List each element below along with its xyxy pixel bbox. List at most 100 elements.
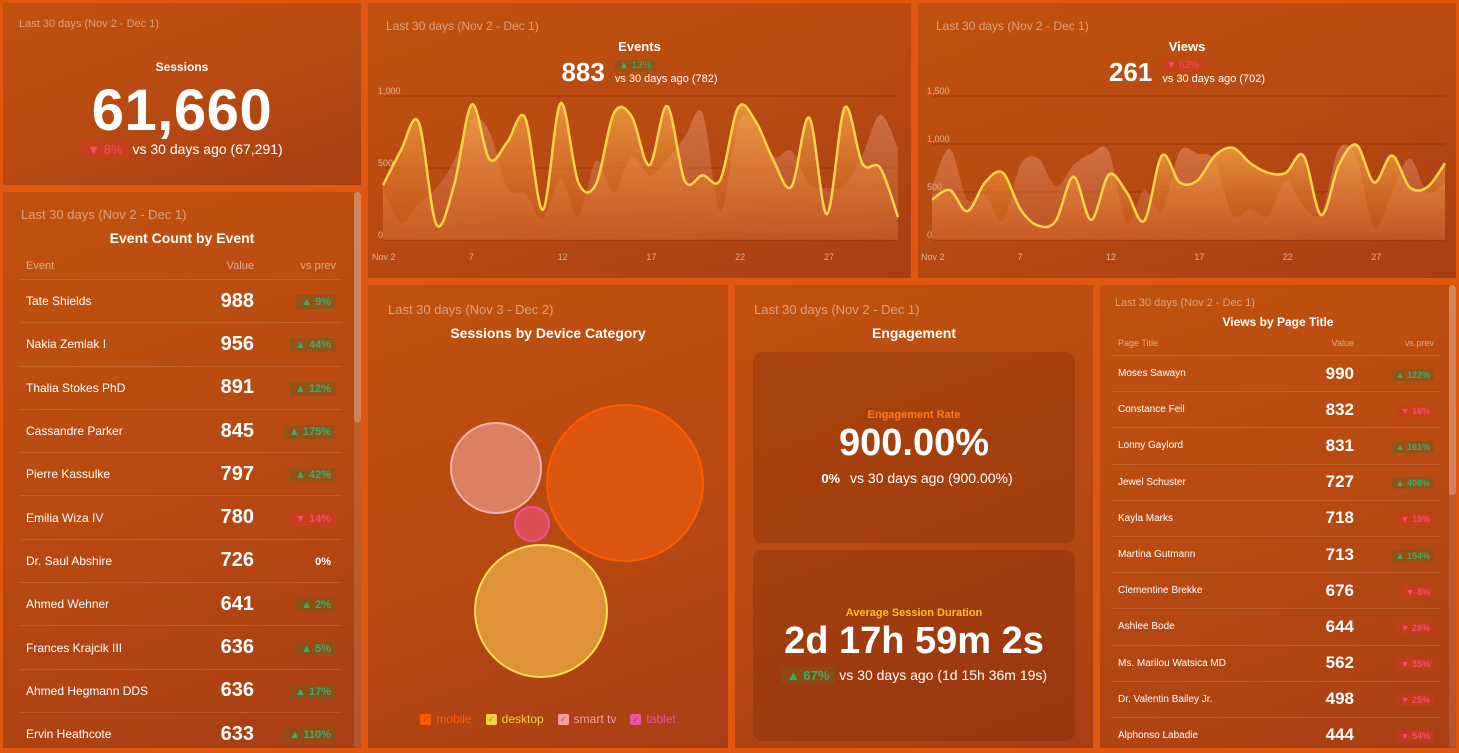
change-badge: ▲ 12% (290, 381, 336, 396)
row-change-cell: ▲ 175% (254, 422, 336, 440)
table-row[interactable]: Cassandre Parker 845 ▲ 175% (20, 410, 342, 454)
table-row[interactable]: Dr. Saul Abshire 726 0% (20, 540, 342, 584)
change-badge: ▲ 175% (283, 425, 336, 440)
row-change-cell: ▲ 5% (254, 639, 336, 657)
scrollbar[interactable] (1449, 285, 1456, 748)
bubble-tablet[interactable] (514, 506, 550, 542)
column-header-vs-prev[interactable]: vs prev (254, 260, 336, 272)
table-row[interactable]: Emilia Wiza IV 780 ▼ 14% (20, 496, 342, 540)
row-name: Thalia Stokes PhD (26, 380, 126, 395)
views-area-chart[interactable]: 05001,0001,500Nov 2712172227 (918, 3, 1456, 278)
row-name: Martina Gutmann (1118, 549, 1196, 561)
column-header-value[interactable]: Value (184, 260, 254, 272)
change-badge: ▲ 2% (296, 598, 336, 613)
row-value: 636 (220, 636, 254, 659)
table-row[interactable]: Frances Krajcik III 636 ▲ 5% (20, 626, 342, 670)
table-row[interactable]: Thalia Stokes PhD 891 ▲ 12% (20, 367, 342, 410)
legend-item-smart-tv[interactable]: ✓ smart tv (557, 712, 616, 726)
views-chart-widget: Last 30 days (Nov 2 - Dec 1) Views 261 ▼… (918, 3, 1456, 278)
column-header-event[interactable]: Event (26, 260, 184, 272)
table-row[interactable]: Tate Shields 988 ▲ 9% (20, 280, 342, 324)
table-row[interactable]: Ahmed Hegmann DDS 636 ▲ 17% (20, 670, 342, 713)
date-range: Last 30 days (Nov 2 - Dec 1) (19, 18, 160, 30)
checkbox-icon[interactable]: ✓ (420, 713, 432, 725)
legend-label: mobile (436, 712, 472, 726)
table-row[interactable]: Lonny Gaylord 831 ▲ 161% (1112, 428, 1440, 465)
table-row[interactable]: Ms. Marilou Watsica MD 562 ▼ 35% (1112, 646, 1440, 682)
row-name: Emilia Wiza IV (26, 510, 104, 525)
column-header-page-title[interactable]: Page Title (1118, 338, 1294, 348)
table-row[interactable]: Kayla Marks 718 ▼ 15% (1112, 501, 1440, 537)
row-change-cell: ▼ 16% (1354, 401, 1434, 419)
table-row[interactable]: Nakia Zemlak I 956 ▲ 44% (20, 323, 342, 367)
scrollbar-thumb[interactable] (354, 192, 361, 422)
column-header-vs-prev[interactable]: vs prev (1354, 338, 1434, 348)
row-name: Ahmed Hegmann DDS (26, 683, 149, 698)
table-row[interactable]: Ervin Heathcote 633 ▲ 110% (20, 713, 342, 748)
change-badge: ▼ 54% (1396, 730, 1434, 743)
row-value: 636 (220, 679, 254, 702)
table-row[interactable]: Clementine Brekke 676 ▼ 8% (1112, 573, 1440, 610)
row-name: Nakia Zemlak I (26, 337, 107, 352)
table-row[interactable]: Alphonso Labadie 444 ▼ 54% (1112, 718, 1440, 748)
row-value: 726 (220, 549, 254, 572)
row-name: Constance Feil (1118, 404, 1185, 416)
bubble-smart-tv[interactable] (450, 422, 542, 514)
bubble-desktop[interactable] (474, 544, 608, 678)
row-name: Kayla Marks (1118, 512, 1174, 524)
x-tick-label: 17 (646, 252, 656, 262)
row-value: 990 (1325, 363, 1354, 383)
checkbox-icon[interactable]: ✓ (485, 713, 497, 725)
avg-session-duration-compare: ▲ 67% vs 30 days ago (1d 15h 36m 19s) (753, 667, 1075, 684)
device-bubble-chart (450, 404, 704, 678)
legend-item-mobile[interactable]: ✓ mobile (420, 712, 472, 726)
table-row[interactable]: Dr. Valentin Bailey Jr. 498 ▼ 25% (1112, 682, 1440, 718)
row-change-cell: ▲ 408% (1354, 473, 1434, 491)
table-row[interactable]: Moses Sawayn 990 ▲ 122% (1112, 356, 1440, 393)
row-change-cell: ▼ 8% (1354, 582, 1434, 600)
compare-text: vs 30 days ago (900.00%) (850, 470, 1013, 486)
row-value: 562 (1325, 653, 1354, 673)
change-badge: ▲ 9% (296, 295, 336, 310)
views-by-page-title-widget: Last 30 days (Nov 2 - Dec 1) Views by Pa… (1100, 285, 1456, 748)
x-tick-label: 22 (1283, 252, 1293, 262)
table-row[interactable]: Pierre Kassulke 797 ▲ 42% (20, 453, 342, 497)
row-name: Dr. Valentin Bailey Jr. (1118, 693, 1213, 705)
date-range: Last 30 days (Nov 2 - Dec 1) (754, 302, 920, 317)
row-name: Tate Shields (26, 294, 92, 309)
compare-text: vs 30 days ago (67,291) (132, 141, 283, 157)
change-badge: ▼ 14% (290, 511, 336, 526)
table-row[interactable]: Martina Gutmann 713 ▲ 154% (1112, 537, 1440, 574)
events-area-chart[interactable]: 0 500 1,000 Nov 2 7 12 17 22 27 (368, 3, 911, 278)
x-tick-label: 27 (824, 252, 834, 262)
legend-item-desktop[interactable]: ✓ desktop (485, 712, 544, 726)
scrollbar[interactable] (354, 192, 361, 748)
table-row[interactable]: Jewel Schuster 727 ▲ 408% (1112, 465, 1440, 501)
bubble-mobile[interactable] (546, 404, 704, 562)
change-badge: ▼ 8% (1401, 585, 1434, 598)
row-value: 727 (1325, 472, 1354, 492)
avg-session-duration-label: Average Session Duration (845, 607, 983, 619)
engagement-rate-card: Engagement Rate 900.00% 0% vs 30 days ag… (753, 352, 1075, 543)
row-name: Ms. Marilou Watsica MD (1118, 657, 1226, 669)
x-tick-label: 22 (735, 252, 745, 262)
column-header-value[interactable]: Value (1294, 338, 1354, 348)
change-badge: ▼ 25% (1396, 694, 1434, 707)
row-value: 641 (220, 592, 254, 615)
widget-title: Engagement (871, 325, 956, 341)
row-value: 444 (1325, 725, 1354, 745)
table-header: Event Value vs prev (20, 252, 342, 280)
legend-item-tablet[interactable]: ✓ tablet (630, 712, 676, 726)
table-row[interactable]: Ashlee Bode 644 ▼ 28% (1112, 609, 1440, 646)
checkbox-icon[interactable]: ✓ (630, 713, 642, 725)
change-badge: ▼ 16% (1396, 404, 1434, 417)
row-name: Ervin Heathcote (26, 727, 112, 742)
table-row[interactable]: Constance Feil 832 ▼ 16% (1112, 392, 1440, 429)
row-value: 718 (1325, 508, 1354, 528)
checkbox-icon[interactable]: ✓ (557, 713, 569, 725)
widget-title: Sessions (155, 60, 209, 74)
scrollbar-thumb[interactable] (1449, 285, 1456, 495)
compare-text: vs 30 days ago (1d 15h 36m 19s) (839, 667, 1048, 683)
change-badge: 0% (821, 471, 841, 486)
table-row[interactable]: Ahmed Wehner 641 ▲ 2% (20, 583, 342, 627)
